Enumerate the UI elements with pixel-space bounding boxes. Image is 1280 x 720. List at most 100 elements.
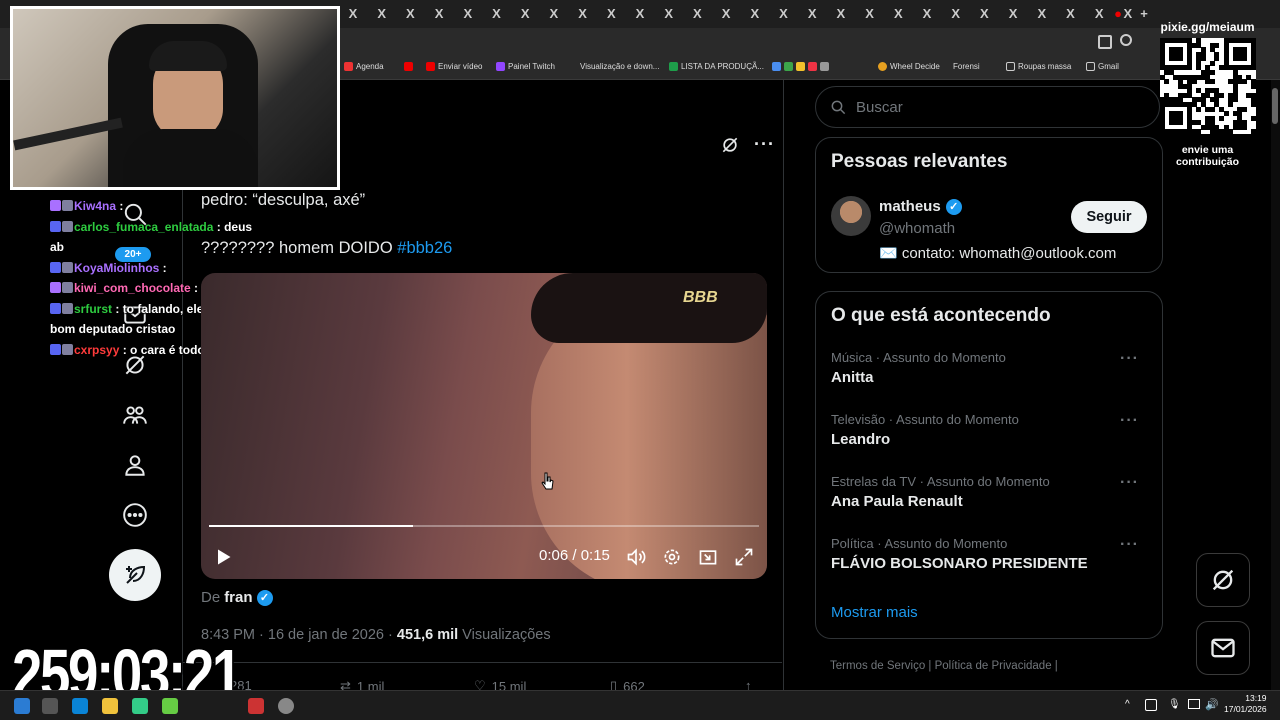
fullscreen-button[interactable] — [734, 545, 754, 569]
more-options-icon[interactable]: ··· — [1120, 412, 1139, 430]
person-bio: ✉️ contato: whomath@outlook.com — [879, 245, 1117, 262]
nav-communities[interactable] — [120, 400, 150, 430]
qr-module — [1241, 106, 1247, 112]
zoom-icon[interactable] — [1120, 34, 1132, 46]
youtube-icon[interactable] — [404, 62, 413, 71]
messages-float-button[interactable] — [1196, 621, 1250, 675]
hashtag-link[interactable]: #bbb26 — [397, 239, 452, 257]
video-progress-bar[interactable] — [209, 525, 759, 527]
x-tab-icon[interactable]: X — [546, 6, 562, 22]
qr-module — [1232, 97, 1238, 103]
show-more-link[interactable]: Mostrar mais — [831, 604, 918, 621]
extensions-icon[interactable] — [1098, 35, 1112, 49]
bookmark-visualizacao[interactable]: Visualização e down... — [580, 62, 659, 71]
x-tab-icon[interactable]: X — [862, 6, 878, 22]
taskbar-app-icon[interactable] — [72, 698, 88, 714]
x-tab-icon[interactable]: X — [718, 6, 734, 22]
bookmark-lista-producao[interactable]: LISTA DA PRODUÇÃ... — [669, 62, 764, 71]
taskbar-app-icon[interactable] — [248, 698, 264, 714]
x-tab-icon[interactable]: X — [402, 6, 418, 22]
x-tab-icon[interactable]: X — [804, 6, 820, 22]
x-tab-icon[interactable]: X — [948, 6, 964, 22]
trend-item[interactable]: Televisão · Assunto do Momento Leandro ··· — [831, 412, 1149, 448]
bookmark-enviar-video[interactable]: Enviar vídeo — [426, 62, 482, 71]
bookmark-gmail[interactable]: Gmail — [1086, 62, 1119, 71]
bookmark-label: LISTA DA PRODUÇÃ... — [681, 62, 764, 71]
video-player[interactable]: BBB 0:06 / 0:15 — [201, 273, 767, 579]
taskbar-app-icon[interactable] — [162, 698, 178, 714]
x-tab-icon[interactable]: X — [833, 6, 849, 22]
settings-button[interactable] — [662, 545, 682, 569]
bookmark-roupas-massa[interactable]: Roupas massa — [1006, 62, 1071, 71]
tray-app-icon[interactable] — [1145, 699, 1157, 711]
clock-date: 17/01/2026 — [1224, 704, 1267, 714]
more-options-icon[interactable]: ··· — [1120, 350, 1139, 368]
more-options-icon[interactable]: ··· — [1120, 536, 1139, 554]
x-tab-icon[interactable]: X — [1091, 6, 1107, 22]
x-tab-icon[interactable]: X — [689, 6, 705, 22]
footer-links[interactable]: Termos de Serviço | Política de Privacid… — [830, 660, 1058, 672]
bookmark-wheel-decide[interactable]: Wheel Decide — [878, 62, 940, 71]
follow-button[interactable]: Seguir — [1071, 201, 1147, 233]
post-button[interactable] — [109, 549, 161, 601]
x-tab-icon[interactable]: X — [345, 6, 361, 22]
taskbar-app-icon[interactable] — [278, 698, 294, 714]
nav-profile[interactable] — [120, 450, 150, 480]
x-tab-icon[interactable]: X — [1005, 6, 1021, 22]
microphone-icon[interactable]: 🎙 — [1168, 699, 1181, 710]
new-tab-button[interactable]: + — [1136, 6, 1152, 22]
x-tab-icon[interactable]: X — [460, 6, 476, 22]
nav-more[interactable] — [120, 500, 150, 530]
chat-separator: : — [159, 260, 167, 275]
avatar[interactable] — [831, 196, 871, 236]
more-options-icon[interactable]: ··· — [754, 134, 775, 155]
x-tab-icon[interactable]: X — [374, 6, 390, 22]
grok-icon[interactable] — [720, 135, 740, 155]
x-tab-icon[interactable]: X — [661, 6, 677, 22]
bookmark-icons[interactable] — [772, 62, 829, 71]
x-tab-icon[interactable]: X — [890, 6, 906, 22]
chat-badge-icon — [62, 302, 73, 314]
bookmark-agenda[interactable]: Agenda — [344, 62, 384, 71]
x-tab-icon[interactable]: X — [776, 6, 792, 22]
trend-item[interactable]: Estrelas da TV · Assunto do Momento Ana P… — [831, 474, 1149, 510]
x-tab-icon[interactable]: X — [1063, 6, 1079, 22]
x-tab-icon[interactable]: X — [747, 6, 763, 22]
windows-start-icon[interactable] — [14, 698, 30, 714]
trend-item[interactable]: Música · Assunto do Momento Anitta ··· — [831, 350, 1149, 386]
scrollbar[interactable] — [1271, 80, 1280, 690]
trend-name: Anitta — [831, 369, 874, 386]
youtube-tab-icon[interactable]: ● — [1110, 6, 1126, 22]
byline-user-link[interactable]: fran — [224, 589, 252, 606]
x-tab-icon[interactable]: X — [517, 6, 533, 22]
grok-float-button[interactable] — [1196, 553, 1250, 607]
taskbar-clock[interactable]: 13:19 17/01/2026 — [1224, 693, 1267, 715]
taskbar-app-icon[interactable] — [132, 698, 148, 714]
grok-icon — [1212, 569, 1234, 591]
x-tab-icon[interactable]: X — [1034, 6, 1050, 22]
x-tab-icon[interactable]: X — [575, 6, 591, 22]
x-tab-icon[interactable]: X — [603, 6, 619, 22]
taskbar-app-icon[interactable] — [102, 698, 118, 714]
bookmark-forensi[interactable]: Forensi — [953, 62, 980, 71]
taskbar-app-icon[interactable] — [42, 698, 58, 714]
person-name[interactable]: matheus — [879, 198, 941, 215]
chat-separator: : — [213, 219, 225, 234]
x-tab-icon[interactable]: X — [919, 6, 935, 22]
scrollbar-thumb[interactable] — [1272, 88, 1278, 124]
x-tab-icon[interactable]: X — [632, 6, 648, 22]
search-input[interactable]: Buscar — [815, 86, 1160, 128]
speaker-icon[interactable]: 🔊 — [1205, 698, 1219, 711]
qr-module — [1209, 60, 1215, 66]
trend-item[interactable]: Política · Assunto do Momento FLÁVIO BOLS… — [831, 536, 1149, 572]
bookmark-painel-twitch[interactable]: Painel Twitch — [496, 62, 555, 71]
tray-chevron-icon[interactable]: ^ — [1125, 699, 1130, 710]
network-icon[interactable] — [1188, 699, 1200, 709]
more-options-icon[interactable]: ··· — [1120, 474, 1139, 492]
x-tab-icon[interactable]: X — [431, 6, 447, 22]
play-button[interactable] — [213, 545, 233, 569]
x-tab-icon[interactable]: X — [976, 6, 992, 22]
x-tab-icon[interactable]: X — [489, 6, 505, 22]
volume-button[interactable] — [626, 545, 646, 569]
pip-button[interactable] — [698, 545, 718, 569]
